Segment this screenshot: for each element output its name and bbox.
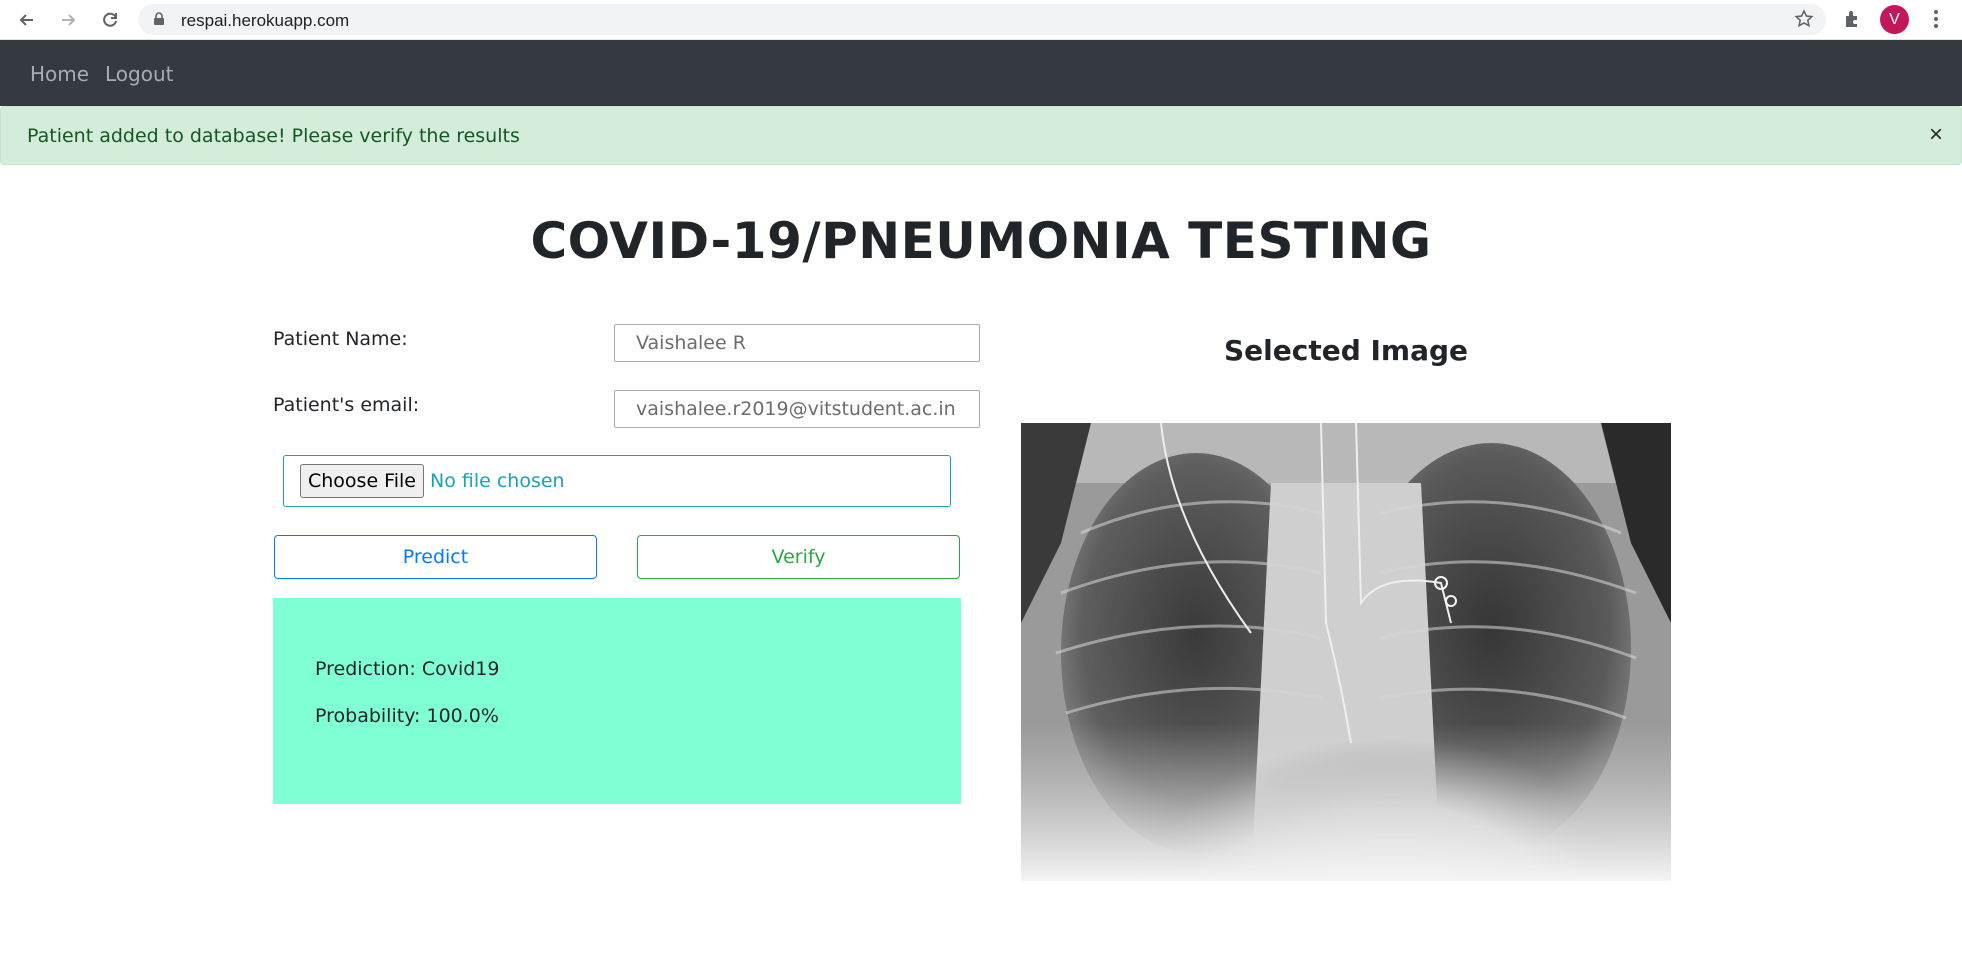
choose-file-button[interactable]: Choose File (300, 464, 424, 498)
back-arrow-icon (19, 14, 33, 26)
browser-toolbar: respai.herokuapp.com V (0, 0, 1962, 40)
nav-home-link[interactable]: Home (30, 62, 89, 86)
profile-avatar[interactable]: V (1880, 5, 1909, 34)
patient-email-label: Patient's email: (273, 394, 420, 416)
address-bar[interactable]: respai.herokuapp.com (138, 4, 1826, 35)
reload-button[interactable] (96, 6, 124, 34)
forward-button[interactable] (54, 6, 82, 34)
site-navbar: Home Logout (0, 40, 1962, 106)
predict-button[interactable]: Predict (274, 535, 597, 579)
extensions-icon[interactable] (1842, 8, 1864, 30)
selected-image-title: Selected Image (1223, 334, 1469, 367)
nav-logout-link[interactable]: Logout (105, 62, 173, 86)
url-text: respai.herokuapp.com (181, 11, 350, 30)
browser-menu-icon[interactable] (1926, 8, 1946, 30)
lock-icon (154, 12, 164, 25)
prediction-result-panel: Prediction: Covid19 Probability: 100.0% (273, 598, 961, 804)
chest-xray-image (1021, 423, 1671, 881)
verify-button[interactable]: Verify (637, 535, 960, 579)
alert-message: Patient added to database! Please verify… (27, 125, 520, 147)
patient-email-input[interactable]: vaishalee.r2019@vitstudent.ac.in (614, 390, 980, 428)
bookmark-star-icon[interactable] (1794, 9, 1814, 29)
prediction-text: Prediction: Covid19 (315, 658, 500, 680)
patient-name-label: Patient Name: (273, 328, 408, 350)
success-alert: Patient added to database! Please verify… (0, 106, 1962, 165)
probability-text: Probability: 100.0% (315, 705, 499, 727)
back-button[interactable] (13, 6, 41, 34)
reload-icon (103, 12, 117, 27)
file-status-text: No file chosen (430, 470, 565, 492)
patient-name-input[interactable]: Vaishalee R (614, 324, 980, 362)
file-upload-field[interactable]: Choose File No file chosen (283, 455, 951, 507)
forward-arrow-icon (62, 14, 76, 26)
alert-close-icon[interactable]: × (1929, 123, 1943, 147)
page-title: COVID-19/PNEUMONIA TESTING (530, 212, 1432, 270)
